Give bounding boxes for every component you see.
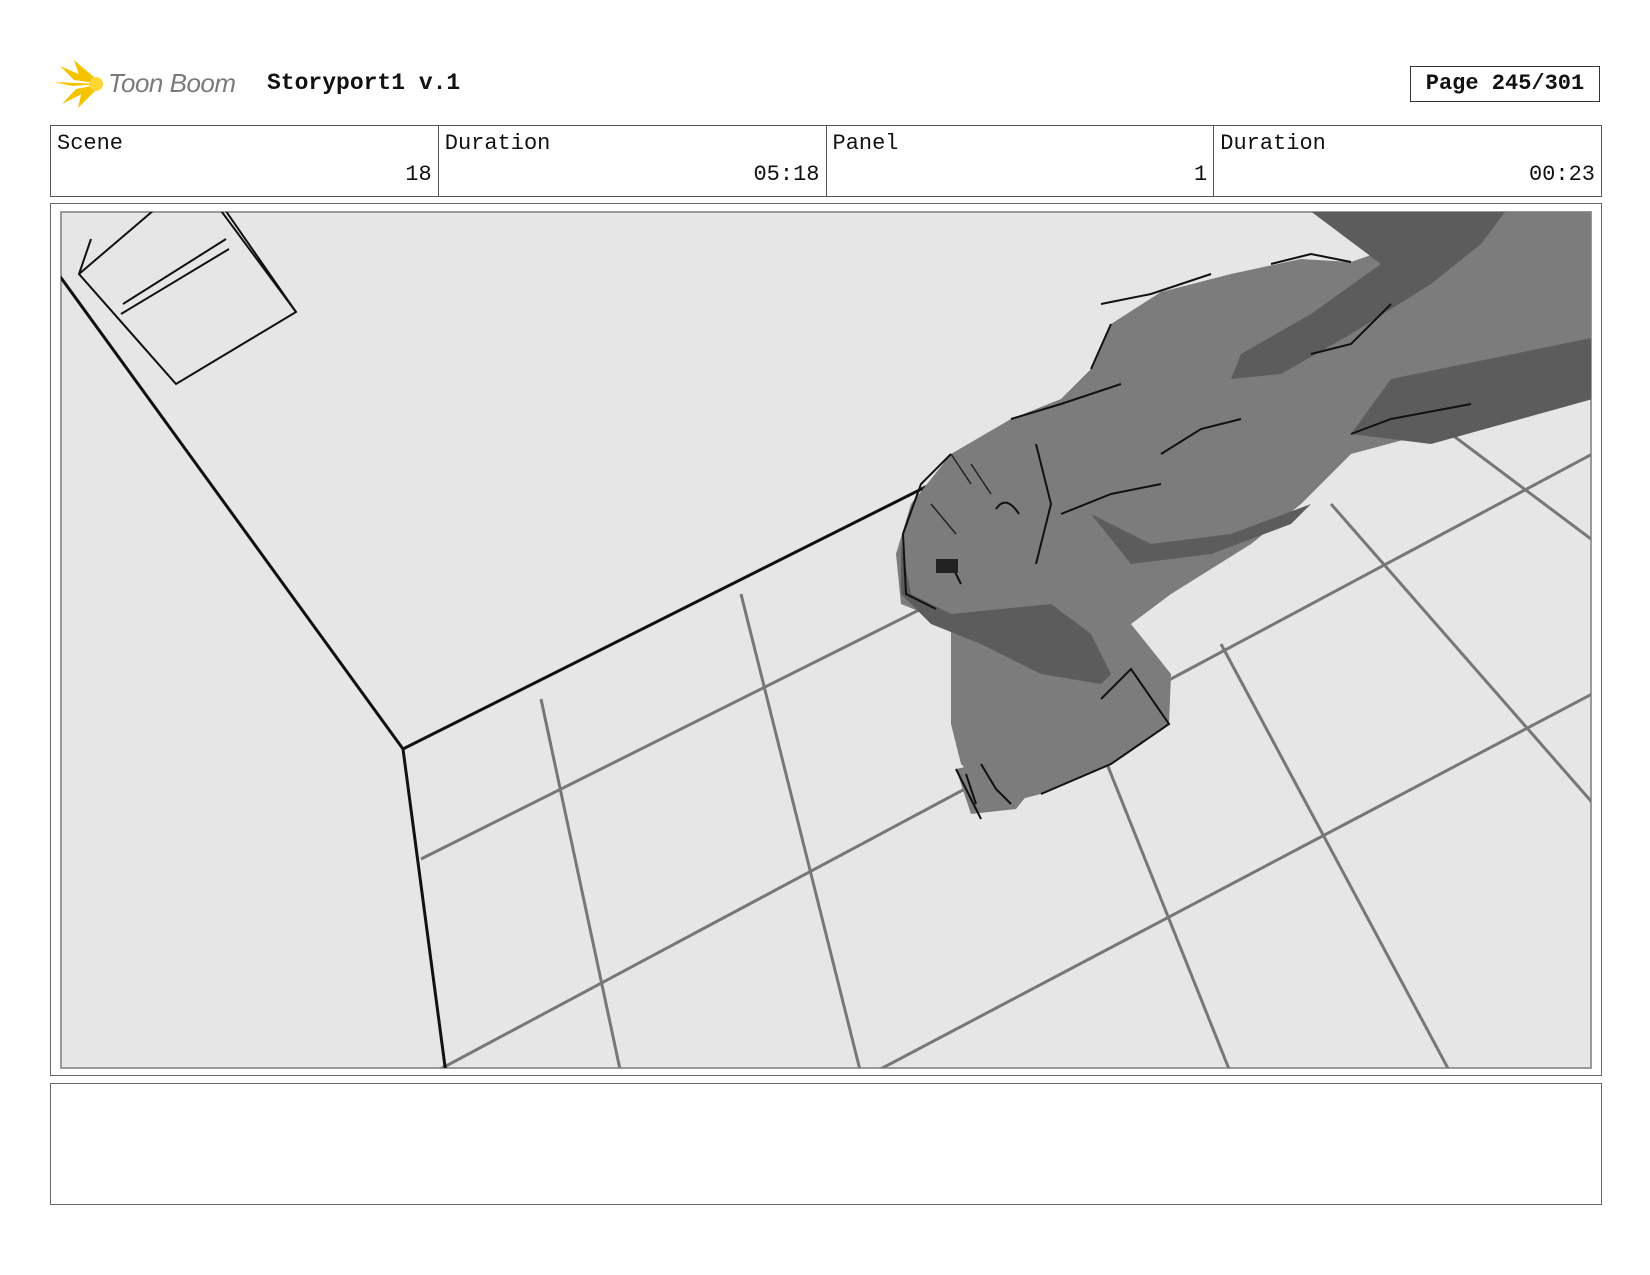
scene-cell: Scene 18 <box>51 126 439 196</box>
project-title: Storyport1 v.1 <box>267 70 461 96</box>
panel-info-row: Scene 18 Duration 05:18 Panel 1 Duration… <box>50 125 1602 197</box>
panel-label: Panel <box>832 131 899 156</box>
storyboard-panel-frame <box>50 203 1602 1076</box>
starburst-logo-icon <box>54 60 103 108</box>
page-number: Page 245/301 <box>1410 66 1600 102</box>
scene-duration-cell: Duration 05:18 <box>439 126 827 196</box>
scene-duration-label: Duration <box>444 131 551 156</box>
scene-duration-value: 05:18 <box>753 162 820 187</box>
toon-boom-logo: Toon Boom <box>52 56 252 112</box>
panel-notes-box <box>50 1083 1602 1205</box>
panel-cell: Panel 1 <box>827 126 1215 196</box>
panel-value: 1 <box>1194 162 1208 187</box>
panel-duration-value: 00:23 <box>1528 162 1595 187</box>
panel-duration-label: Duration <box>1220 131 1326 156</box>
panel-sketch <box>51 204 1600 1074</box>
scene-label: Scene <box>57 131 124 156</box>
logo-text: Toon Boom <box>108 68 236 98</box>
panel-duration-cell: Duration 00:23 <box>1214 126 1601 196</box>
scene-value: 18 <box>405 162 432 187</box>
